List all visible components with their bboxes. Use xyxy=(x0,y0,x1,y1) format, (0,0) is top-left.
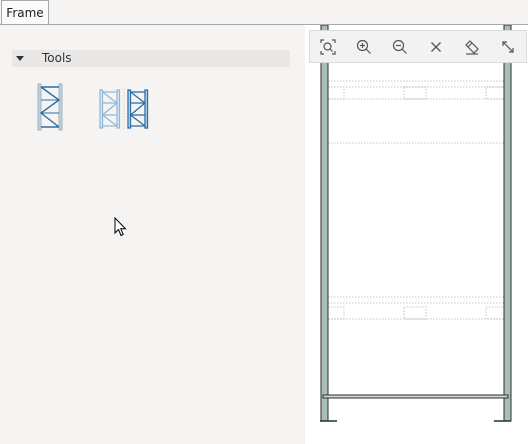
close-button[interactable] xyxy=(418,31,454,62)
double-frame-tool-icon[interactable] xyxy=(98,88,152,130)
frame-tool-icon[interactable] xyxy=(34,83,68,131)
tools-section-header[interactable]: Tools xyxy=(12,50,290,67)
eraser-button[interactable] xyxy=(454,31,490,62)
zoom-out-button[interactable] xyxy=(382,31,418,62)
tab-frame[interactable]: Frame xyxy=(1,0,49,24)
resize-icon xyxy=(502,40,514,53)
tab-bar xyxy=(0,0,528,24)
zoom-extents-button[interactable] xyxy=(310,31,346,62)
eraser-icon xyxy=(465,39,479,55)
zoom-out-icon xyxy=(392,39,407,54)
close-icon xyxy=(431,41,441,52)
tools-section-title: Tools xyxy=(42,51,72,65)
mouse-cursor-icon xyxy=(114,216,128,237)
canvas-toolbar xyxy=(309,30,527,63)
zoom-in-icon xyxy=(356,39,371,54)
tab-frame-label: Frame xyxy=(6,5,44,20)
frame-drawing xyxy=(320,25,512,422)
zoom-in-button[interactable] xyxy=(346,31,382,62)
zoom-extents-icon xyxy=(320,38,336,55)
collapse-arrow-icon[interactable] xyxy=(16,56,24,61)
resize-button[interactable] xyxy=(490,31,526,62)
